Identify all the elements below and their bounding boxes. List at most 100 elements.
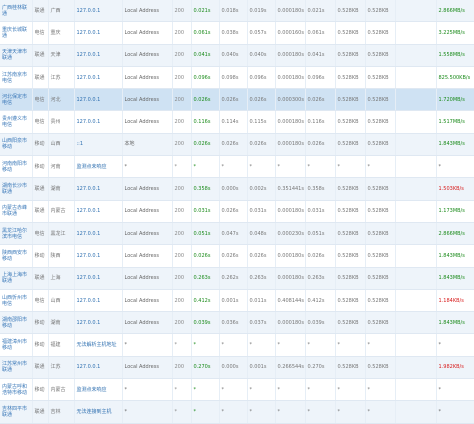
isp-name: 电信 (32, 110, 49, 134)
download-size: 0.528KB (365, 21, 396, 45)
total-time: 0.026s (191, 133, 220, 157)
download-time: 0.039s (305, 311, 336, 335)
dns-time: 0.262s (219, 267, 248, 290)
ip-location: Local Address (122, 177, 173, 201)
province-name: 山西 (48, 289, 75, 313)
resolved-ip[interactable]: 127.0.0.1 (74, 0, 123, 23)
ip-location: Local Address (122, 21, 173, 45)
province-name: 天津 (48, 44, 75, 67)
total-time: 0.412s (191, 289, 220, 313)
province-name: 福建 (48, 333, 75, 357)
first-byte-time: 0.000180s (275, 110, 306, 134)
monitor-node-name: 广西桂林联通 (0, 0, 33, 23)
download-size: 0.528KB (365, 88, 396, 112)
page-size: 0.528KB (335, 133, 366, 157)
resolved-ip[interactable]: 127.0.0.1 (74, 200, 123, 223)
resolved-ip[interactable]: 127.0.0.1 (74, 88, 123, 112)
download-time: 0.263s (305, 267, 336, 290)
first-byte-time: 0.000180s (275, 66, 306, 90)
table-row: 湖南长沙市联通 联通 湖南 127.0.0.1 Local Address 200 0.35… (0, 177, 474, 201)
resolved-ip[interactable]: 127.0.0.1 (74, 244, 123, 268)
download-size: 0.528KB (365, 177, 396, 201)
dns-time: 0.000s (219, 356, 248, 380)
resolved-ip[interactable]: 127.0.0.1 (74, 110, 123, 134)
resolved-ip: 监测点未响应 (74, 378, 123, 402)
resolved-ip[interactable]: 127.0.0.1 (74, 66, 123, 90)
resolved-ip[interactable]: 127.0.0.1 (74, 267, 123, 290)
isp-name: 移动 (32, 378, 49, 402)
download-speed: 1.173MB/s (436, 200, 474, 223)
download-size: 0.528KB (365, 267, 396, 290)
table-row: 重庆长城联通 电信 重庆 127.0.0.1 Local Address 200 0.061… (0, 21, 474, 45)
province-name: 广西 (48, 0, 75, 23)
province-name: 上海 (48, 267, 75, 290)
total-time: * (191, 378, 220, 402)
ip-location: Local Address (122, 44, 173, 67)
download-speed: * (436, 155, 474, 179)
download-speed: * (436, 378, 474, 402)
province-name: 河北 (48, 88, 75, 112)
isp-name: 移动 (32, 155, 49, 179)
download-speed: 825.500KB/s (436, 66, 474, 90)
resolved-ip[interactable]: ::1 (74, 133, 123, 157)
table-row: 贵州遵义市电信 电信 贵州 127.0.0.1 Local Address 200 0.11… (0, 110, 474, 134)
dns-time: * (219, 155, 248, 179)
ip-location: * (122, 400, 173, 424)
speed-bar-cell (395, 356, 437, 380)
speed-bar-cell (395, 133, 437, 157)
first-byte-time: 0.000180s (275, 44, 306, 67)
download-size: 0.528KB (365, 0, 396, 23)
download-time: 0.358s (305, 177, 336, 201)
page-size: 0.528KB (335, 177, 366, 201)
page-size: 0.528KB (335, 289, 366, 313)
download-speed: * (436, 333, 474, 357)
ip-location: Local Address (122, 311, 173, 335)
total-time: 0.026s (191, 244, 220, 268)
http-status-code: 200 (172, 267, 192, 290)
resolved-ip[interactable]: 127.0.0.1 (74, 289, 123, 313)
http-status-code: 200 (172, 21, 192, 45)
province-name: 吉林 (48, 400, 75, 424)
isp-name: 移动 (32, 311, 49, 335)
speed-bar-cell (395, 177, 437, 201)
page-size: 0.528KB (335, 311, 366, 335)
connect-time: 0.026s (247, 133, 276, 157)
first-byte-time: * (275, 333, 306, 357)
monitor-node-name: 黑龙江哈尔滨市电信 (0, 222, 33, 246)
connect-time: * (247, 155, 276, 179)
resolved-ip[interactable]: 127.0.0.1 (74, 356, 123, 380)
connect-time: 0.096s (247, 66, 276, 90)
page-size: 0.528KB (335, 110, 366, 134)
dns-time: 0.000s (219, 177, 248, 201)
ip-location: * (122, 155, 173, 179)
resolved-ip[interactable]: 127.0.0.1 (74, 177, 123, 201)
download-speed: 1.517MB/s (436, 110, 474, 134)
resolved-ip[interactable]: 127.0.0.1 (74, 311, 123, 335)
download-size: * (365, 378, 396, 402)
connect-time: 0.002s (247, 177, 276, 201)
page-size: 0.528KB (335, 356, 366, 380)
total-time: 0.096s (191, 66, 220, 90)
http-status-code: 200 (172, 66, 192, 90)
isp-name: 联通 (32, 66, 49, 90)
total-time: 0.358s (191, 177, 220, 201)
dns-time: 0.026s (219, 133, 248, 157)
resolved-ip[interactable]: 127.0.0.1 (74, 222, 123, 246)
resolved-ip[interactable]: 127.0.0.1 (74, 44, 123, 67)
http-status-code: 200 (172, 44, 192, 67)
speed-bar-cell (395, 311, 437, 335)
dns-time: 0.114s (219, 110, 248, 134)
download-speed: 1.843MB/s (436, 267, 474, 290)
ip-location: Local Address (122, 88, 173, 112)
monitor-node-name: 天津天津市联通 (0, 44, 33, 67)
dns-time: 0.038s (219, 21, 248, 45)
table-row: 黑龙江哈尔滨市电信 电信 黑龙江 127.0.0.1 Local Address 200 0… (0, 222, 474, 246)
download-speed: 1.982KB/s (436, 356, 474, 380)
total-time: 0.021s (191, 0, 220, 23)
download-speed: 2.866MB/s (436, 0, 474, 23)
download-size: * (365, 155, 396, 179)
page-size: 0.528KB (335, 88, 366, 112)
resolved-ip[interactable]: 127.0.0.1 (74, 21, 123, 45)
download-time: 0.021s (305, 0, 336, 23)
monitor-node-name: 贵州遵义市电信 (0, 110, 33, 134)
